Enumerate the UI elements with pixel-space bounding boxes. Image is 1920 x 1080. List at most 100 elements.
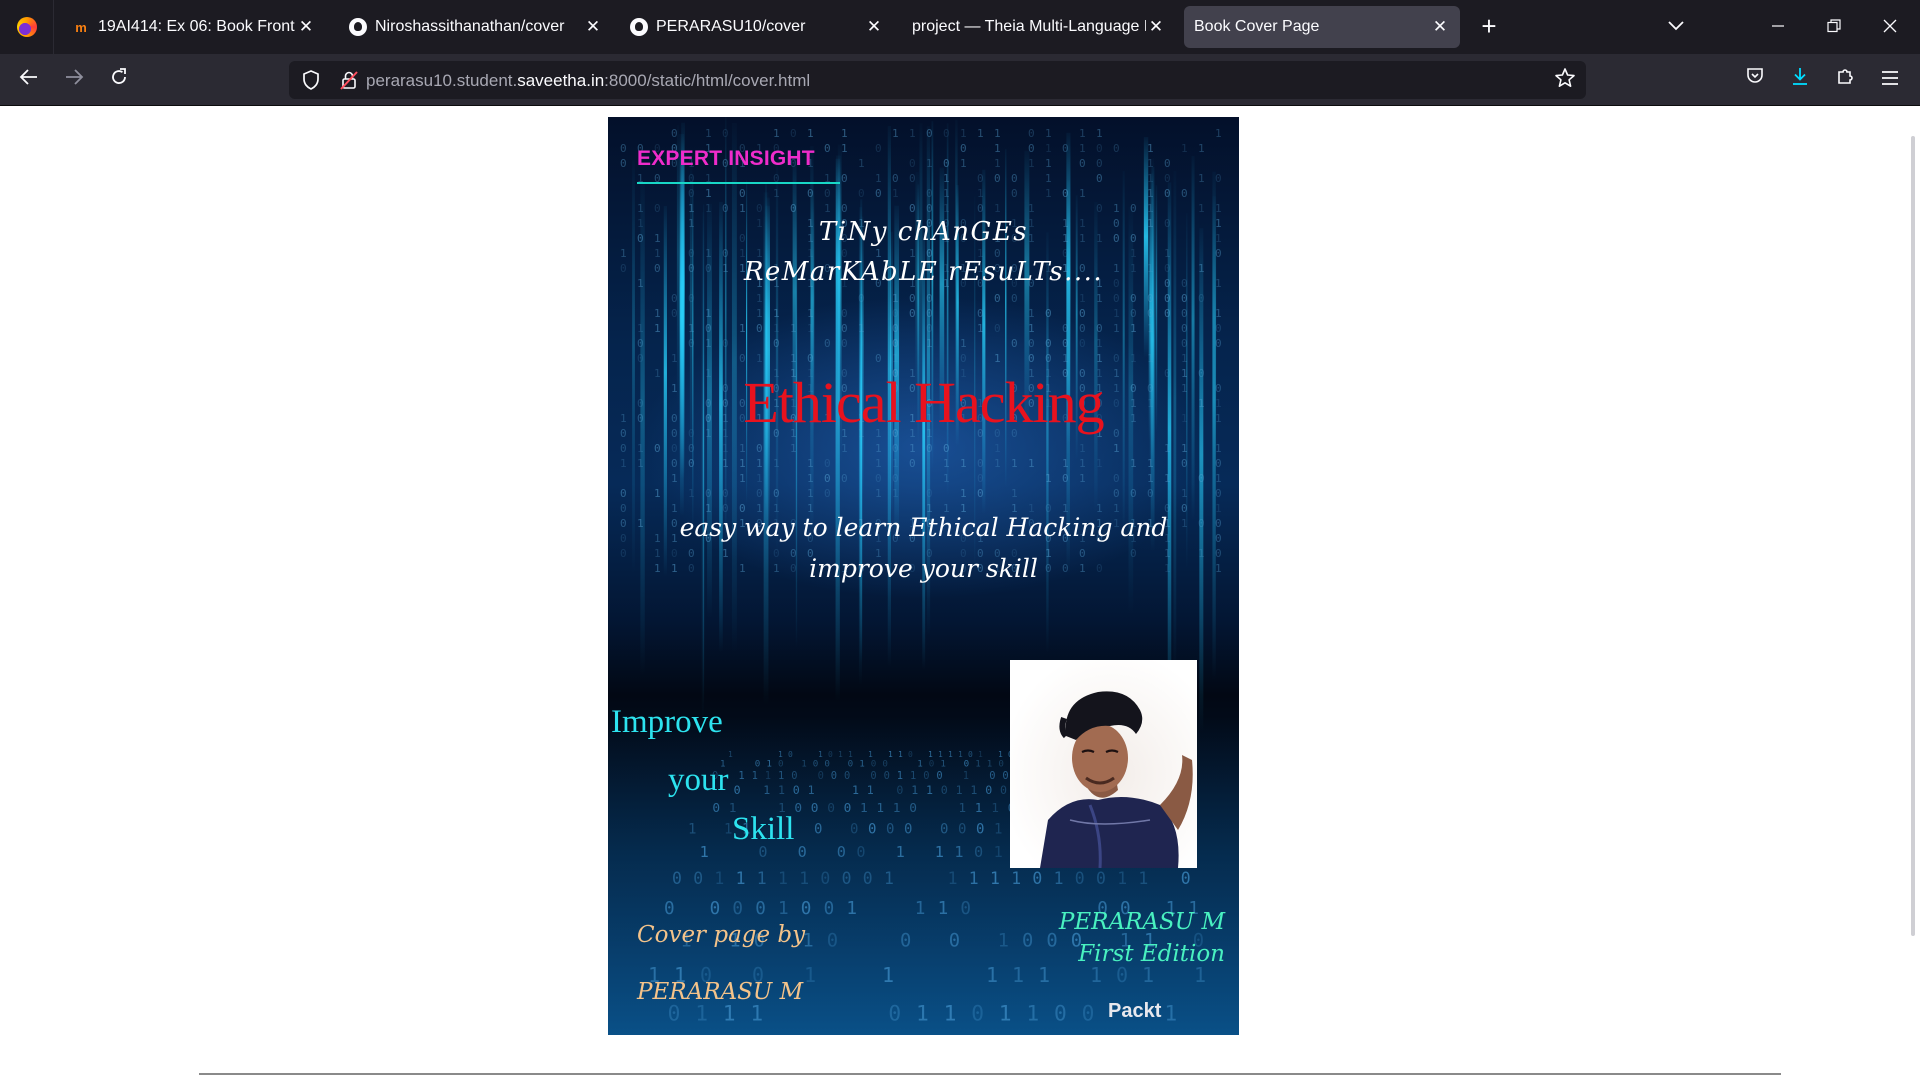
svg-text:1: 1 (1215, 472, 1222, 485)
svg-text:1: 1 (763, 783, 770, 797)
svg-text:1: 1 (807, 307, 814, 320)
svg-text:1: 1 (671, 352, 678, 365)
svg-text:0: 0 (637, 352, 644, 365)
firefox-menu-button[interactable] (0, 0, 54, 54)
insecure-lock-icon[interactable] (337, 68, 361, 92)
tab-moodle-exercise[interactable]: m 19AI414: Ex 06: Book Front Cove ✕ (62, 6, 326, 48)
svg-text:0: 0 (841, 322, 848, 335)
svg-text:0: 0 (926, 322, 933, 335)
close-icon[interactable]: ✕ (296, 17, 316, 37)
svg-text:1: 1 (773, 127, 780, 140)
close-icon[interactable]: ✕ (583, 17, 603, 37)
close-icon[interactable]: ✕ (1430, 17, 1450, 37)
svg-text:1: 1 (1028, 202, 1035, 215)
svg-text:0: 0 (620, 142, 627, 155)
svg-text:0: 0 (664, 899, 675, 919)
vertical-scrollbar[interactable] (1911, 136, 1915, 936)
svg-text:0: 0 (908, 750, 913, 759)
svg-text:0: 0 (1028, 337, 1035, 350)
svg-text:1: 1 (790, 352, 797, 365)
restore-icon[interactable] (1814, 10, 1854, 44)
bookmark-star-icon[interactable] (1552, 67, 1578, 93)
svg-text:1: 1 (739, 472, 746, 485)
address-bar[interactable]: perarasu10.student.saveetha.in:8000/stat… (289, 61, 1586, 99)
svg-text:0: 0 (1181, 337, 1188, 350)
svg-text:1: 1 (954, 843, 963, 861)
svg-text:1: 1 (1181, 487, 1188, 500)
svg-text:1: 1 (1045, 142, 1052, 155)
svg-text:1: 1 (943, 172, 950, 185)
svg-text:0: 0 (1045, 337, 1052, 350)
svg-text:1: 1 (1062, 457, 1069, 470)
svg-text:0: 0 (909, 157, 916, 170)
skill-word: Skill (732, 811, 795, 847)
close-icon[interactable]: ✕ (1146, 17, 1166, 37)
svg-text:1: 1 (1164, 1001, 1177, 1026)
svg-text:0: 0 (943, 157, 950, 170)
svg-text:1: 1 (956, 783, 963, 797)
svg-text:1: 1 (790, 322, 797, 335)
back-arrow-icon[interactable] (12, 63, 46, 97)
svg-text:1: 1 (916, 1001, 929, 1026)
svg-text:1: 1 (990, 869, 1000, 888)
svg-text:1: 1 (1096, 292, 1103, 305)
tab-theia-project[interactable]: project — Theia Multi-Language Ex ✕ (902, 6, 1176, 48)
svg-text:1: 1 (987, 759, 993, 770)
svg-text:1: 1 (958, 801, 966, 816)
svg-text:1: 1 (1045, 172, 1052, 185)
svg-text:0: 0 (926, 442, 933, 455)
svg-text:0: 0 (909, 457, 916, 470)
url-text[interactable]: perarasu10.student.saveetha.in:8000/stat… (366, 71, 810, 91)
svg-text:1: 1 (994, 157, 1001, 170)
close-window-icon[interactable] (1870, 10, 1910, 44)
svg-text:0: 0 (896, 783, 903, 797)
svg-text:0: 0 (977, 172, 984, 185)
tab-book-cover-page[interactable]: Book Cover Page ✕ (1184, 6, 1460, 48)
svg-text:1: 1 (977, 187, 984, 200)
svg-text:0: 0 (773, 337, 780, 350)
svg-text:1: 1 (917, 759, 923, 770)
svg-text:0: 0 (1147, 307, 1154, 320)
forward-arrow-icon[interactable] (57, 63, 91, 97)
minimize-icon[interactable] (1758, 10, 1798, 44)
svg-text:1: 1 (1028, 157, 1035, 170)
svg-text:0: 0 (1054, 1001, 1067, 1026)
author-block: PERARASU M First Edition (1008, 906, 1225, 970)
svg-text:1: 1 (882, 963, 894, 987)
svg-text:1: 1 (888, 750, 893, 759)
pocket-icon[interactable] (1738, 63, 1772, 97)
svg-text:0: 0 (1215, 547, 1222, 560)
svg-text:0: 0 (884, 770, 890, 782)
svg-text:1: 1 (875, 457, 882, 470)
url-prefix: perarasu10.student. (366, 71, 518, 90)
svg-text:0: 0 (892, 172, 899, 185)
svg-text:1: 1 (637, 457, 644, 470)
new-tab-plus-icon[interactable]: + (1475, 12, 1503, 42)
tracking-protection-shield-icon[interactable] (299, 68, 323, 92)
list-all-tabs-chevron-icon[interactable] (1662, 12, 1690, 42)
svg-text:1: 1 (1045, 157, 1052, 170)
tab-niroshassithanathan-cover[interactable]: Niroshassithanathan/cover ✕ (339, 6, 613, 48)
reload-icon[interactable] (102, 63, 136, 97)
svg-text:1: 1 (1147, 202, 1154, 215)
svg-text:0: 0 (739, 187, 746, 200)
svg-text:1: 1 (943, 187, 950, 200)
svg-text:0: 0 (798, 843, 807, 861)
svg-text:1: 1 (739, 322, 746, 335)
svg-text:1: 1 (1011, 457, 1018, 470)
svg-text:0: 0 (977, 202, 984, 215)
download-icon[interactable] (1783, 63, 1817, 97)
svg-text:0: 0 (824, 899, 835, 919)
extensions-puzzle-icon[interactable] (1828, 63, 1862, 97)
svg-text:1: 1 (892, 487, 899, 500)
svg-text:0: 0 (977, 487, 984, 500)
hamburger-menu-icon[interactable] (1873, 63, 1907, 97)
close-icon[interactable]: ✕ (864, 17, 884, 37)
tab-perarasu10-cover[interactable]: PERARASU10/cover ✕ (620, 6, 894, 48)
svg-text:0: 0 (900, 931, 911, 952)
svg-text:1: 1 (1045, 472, 1052, 485)
svg-text:1: 1 (1215, 307, 1222, 320)
svg-text:0: 0 (841, 472, 848, 485)
svg-text:1: 1 (892, 457, 899, 470)
svg-text:0: 0 (1079, 157, 1086, 170)
